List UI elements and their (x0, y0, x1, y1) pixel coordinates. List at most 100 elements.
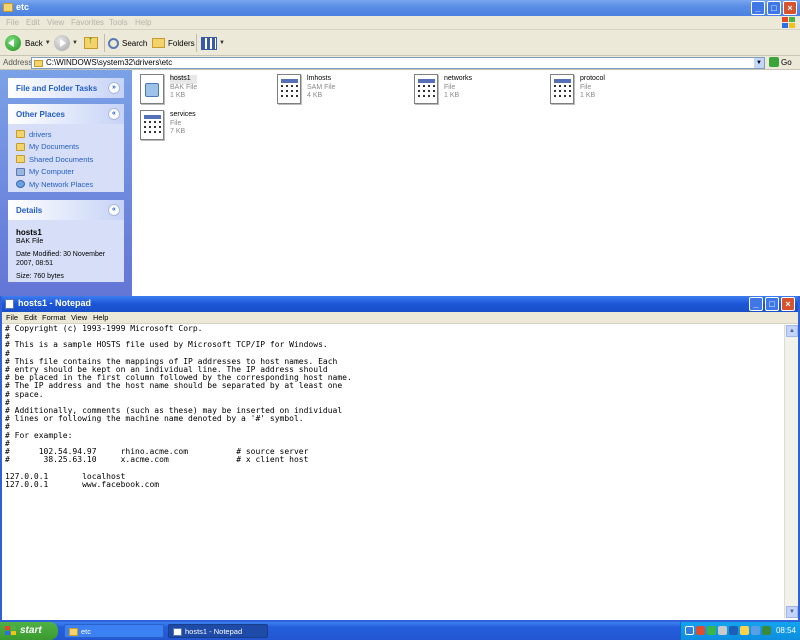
menu-file[interactable]: File (6, 18, 19, 27)
windows-logo-icon (782, 17, 796, 29)
up-folder-button[interactable]: ↑ (84, 33, 98, 53)
details-panel: Details « hosts1 BAK File Date Modified:… (8, 200, 124, 282)
taskbar-item-etc[interactable]: etc (64, 624, 164, 638)
file-icon (414, 74, 438, 104)
bak-file-icon (140, 74, 164, 104)
file-folder-tasks-header[interactable]: File and Folder Tasks » (8, 78, 124, 98)
folder-icon (69, 628, 78, 636)
usb-tray-icon[interactable] (751, 626, 760, 635)
security-tray-icon[interactable] (696, 626, 705, 635)
start-button[interactable]: start (0, 622, 58, 640)
file-item-networks[interactable]: networks File 1 KB (410, 72, 530, 108)
notepad-titlebar[interactable]: hosts1 - Notepad _ □ × (2, 296, 798, 312)
notepad-window: hosts1 - Notepad _ □ × File Edit Format … (0, 296, 800, 622)
volume-tray-icon[interactable] (740, 626, 749, 635)
folder-icon (16, 142, 25, 151)
place-my-network-places[interactable]: My Network Places (16, 178, 116, 191)
back-button[interactable]: Back ▼ (5, 33, 51, 53)
taskbar: start etc hosts1 - Notepad 08:54 (0, 622, 800, 640)
maximize-button[interactable]: □ (765, 297, 779, 311)
menu-help[interactable]: Help (93, 313, 108, 322)
scroll-up-icon[interactable]: ▲ (786, 325, 798, 337)
close-button[interactable]: × (783, 1, 797, 15)
folder-icon (3, 3, 13, 12)
views-button[interactable]: ▼ (201, 33, 225, 53)
back-arrow-icon (5, 35, 21, 51)
explorer-menubar: File Edit View Favorites Tools Help (0, 16, 800, 30)
windows-logo-icon (5, 626, 16, 636)
vertical-scrollbar[interactable]: ▲ ▼ (784, 325, 798, 618)
folders-button[interactable]: Folders (152, 33, 195, 53)
go-arrow-icon (769, 57, 779, 67)
chevron-up-icon[interactable]: « (108, 108, 120, 120)
details-type: BAK File (16, 238, 44, 245)
menu-view[interactable]: View (71, 313, 87, 322)
explorer-title: etc (16, 2, 30, 12)
other-places-panel: Other Places « drivers My Documents Shar… (8, 104, 124, 192)
text-editor[interactable]: # Copyright (c) 1993-1999 Microsoft Corp… (4, 325, 786, 618)
file-folder-tasks-panel: File and Folder Tasks » (8, 78, 124, 98)
printer-tray-icon[interactable] (718, 626, 727, 635)
explorer-window: etc _ □ × File Edit View Favorites Tools… (0, 0, 800, 296)
menu-tools[interactable]: Tools (109, 18, 128, 27)
file-item-hosts1[interactable]: hosts1 BAK File 1 KB (136, 72, 256, 108)
chevron-down-icon[interactable]: ▼ (754, 58, 764, 68)
notepad-title: hosts1 - Notepad (18, 298, 92, 308)
search-icon (108, 37, 119, 49)
shared-folder-icon (16, 155, 25, 164)
chevron-up-icon[interactable]: « (108, 204, 120, 216)
minimize-button[interactable]: _ (751, 1, 765, 15)
file-list: hosts1 BAK File 1 KB lmhosts SAM File 4 … (132, 70, 800, 296)
network-icon (16, 180, 25, 189)
details-name: hosts1 (16, 228, 42, 237)
minimize-button[interactable]: _ (749, 297, 763, 311)
task-pane: File and Folder Tasks » Other Places « d… (0, 70, 132, 296)
forward-arrow-icon (54, 35, 70, 51)
chevron-down-icon: ▼ (72, 40, 78, 46)
menu-format[interactable]: Format (42, 313, 66, 322)
menu-favorites[interactable]: Favorites (71, 18, 104, 27)
file-item-protocol[interactable]: protocol File 1 KB (546, 72, 666, 108)
chevron-down-icon[interactable]: » (108, 82, 120, 94)
place-drivers[interactable]: drivers (16, 128, 116, 141)
scroll-down-icon[interactable]: ▼ (786, 606, 798, 618)
explorer-toolbar: Back ▼ ▼ ↑ Search Folders ▼ (0, 30, 800, 56)
up-folder-icon: ↑ (84, 35, 98, 49)
menu-help[interactable]: Help (135, 18, 151, 27)
close-button[interactable]: × (781, 297, 795, 311)
computer-icon (16, 167, 25, 176)
monitor-tray-icon[interactable] (729, 626, 738, 635)
place-shared-documents[interactable]: Shared Documents (16, 153, 116, 166)
clock: 08:54 (775, 626, 796, 635)
forward-button[interactable]: ▼ (54, 33, 78, 53)
details-modified: Date Modified: 30 November 2007, 08:51 (16, 251, 106, 267)
place-my-computer[interactable]: My Computer (16, 166, 116, 179)
explorer-titlebar[interactable]: etc _ □ × (0, 0, 800, 16)
other-places-header[interactable]: Other Places « (8, 104, 124, 124)
file-icon (277, 74, 301, 104)
chevron-down-icon: ▼ (44, 40, 51, 46)
notepad-icon (173, 628, 182, 636)
address-label: Address (3, 58, 33, 67)
shield-tray-icon[interactable] (762, 626, 771, 635)
menu-file[interactable]: File (6, 313, 18, 322)
notepad-menubar: File Edit Format View Help (2, 312, 798, 324)
file-item-services[interactable]: services File 7 KB (136, 108, 256, 144)
address-input[interactable]: C:\WINDOWS\system32\drivers\etc ▼ (31, 57, 765, 69)
search-button[interactable]: Search (108, 33, 147, 53)
folder-icon (34, 60, 43, 67)
go-button[interactable]: Go (769, 57, 792, 67)
details-header[interactable]: Details « (8, 200, 124, 220)
menu-edit[interactable]: Edit (24, 313, 37, 322)
folder-icon (16, 130, 25, 139)
notepad-icon (5, 299, 14, 309)
place-my-documents[interactable]: My Documents (16, 141, 116, 154)
file-item-lmhosts[interactable]: lmhosts SAM File 4 KB (273, 72, 393, 108)
menu-edit[interactable]: Edit (26, 18, 40, 27)
taskbar-item-notepad[interactable]: hosts1 - Notepad (168, 624, 268, 638)
maximize-button[interactable]: □ (767, 1, 781, 15)
file-icon (550, 74, 574, 104)
app-tray-icon[interactable] (707, 626, 716, 635)
menu-view[interactable]: View (47, 18, 64, 27)
network-tray-icon[interactable] (685, 626, 694, 635)
